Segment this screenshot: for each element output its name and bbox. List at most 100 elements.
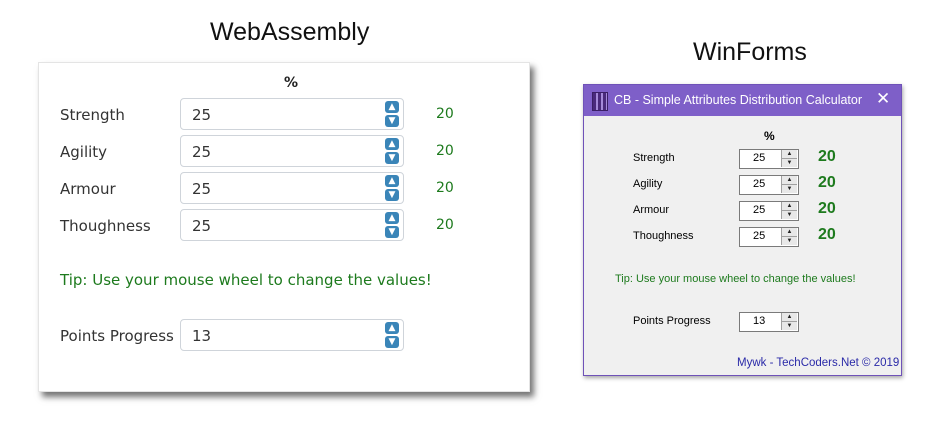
strength-value: 25 bbox=[753, 152, 766, 164]
attribute-row-agility: Agility 25 ▲ ▼ 20 bbox=[39, 135, 529, 167]
tip-text: Tip: Use your mouse wheel to change the … bbox=[615, 273, 856, 285]
agility-up-button[interactable]: ▲ bbox=[385, 138, 399, 150]
chevron-up-icon: ▲ bbox=[388, 139, 396, 149]
webassembly-caption: WebAssembly bbox=[210, 18, 370, 46]
points-progress-label: Points Progress bbox=[60, 327, 174, 345]
chevron-down-icon: ▼ bbox=[786, 323, 793, 329]
footer-credit: Mywk - TechCoders.Net © 2019 bbox=[737, 357, 900, 369]
thoughness-down-button[interactable]: ▼ bbox=[385, 226, 399, 238]
points-progress-row: Points Progress 13 ▲ ▼ bbox=[39, 319, 529, 351]
attribute-row-armour: Armour 25 ▲ ▼ 20 bbox=[584, 200, 901, 221]
armour-value: 25 bbox=[192, 180, 212, 198]
thoughness-value: 25 bbox=[192, 217, 212, 235]
thoughness-down-button[interactable]: ▼ bbox=[781, 237, 797, 245]
agility-input[interactable]: 25 ▲ ▼ bbox=[180, 135, 404, 167]
attribute-row-strength: Strength 25 ▲ ▼ 20 bbox=[584, 148, 901, 169]
armour-input[interactable]: 25 ▲ ▼ bbox=[180, 172, 404, 204]
armour-points: 20 bbox=[818, 200, 836, 217]
strength-points: 20 bbox=[818, 148, 836, 165]
chevron-up-icon: ▲ bbox=[388, 213, 396, 223]
points-progress-up-button[interactable]: ▲ bbox=[385, 322, 399, 334]
strength-down-button[interactable]: ▼ bbox=[781, 159, 797, 167]
armour-up-button[interactable]: ▲ bbox=[385, 175, 399, 187]
armour-points: 20 bbox=[436, 180, 454, 196]
thoughness-points: 20 bbox=[436, 217, 454, 233]
chevron-down-icon: ▼ bbox=[388, 116, 396, 126]
chevron-down-icon: ▼ bbox=[388, 190, 396, 200]
percent-header: % bbox=[284, 75, 299, 91]
armour-down-button[interactable]: ▼ bbox=[781, 211, 797, 219]
strength-input[interactable]: 25 ▲ ▼ bbox=[180, 98, 404, 130]
attribute-row-thoughness: Thoughness 25 ▲ ▼ 20 bbox=[39, 209, 529, 241]
points-progress-input[interactable]: 13 ▲ ▼ bbox=[180, 319, 404, 351]
armour-label: Armour bbox=[60, 180, 116, 198]
agility-value: 25 bbox=[192, 143, 212, 161]
thoughness-value: 25 bbox=[753, 230, 766, 242]
chevron-down-icon: ▼ bbox=[786, 186, 793, 192]
chevron-up-icon: ▲ bbox=[786, 314, 793, 320]
armour-up-button[interactable]: ▲ bbox=[781, 202, 797, 211]
strength-up-button[interactable]: ▲ bbox=[385, 101, 399, 113]
chevron-down-icon: ▼ bbox=[388, 153, 396, 163]
thoughness-label: Thoughness bbox=[60, 217, 151, 235]
thoughness-input[interactable]: 25 ▲ ▼ bbox=[739, 227, 799, 247]
thoughness-up-button[interactable]: ▲ bbox=[781, 228, 797, 237]
points-progress-up-button[interactable]: ▲ bbox=[781, 313, 797, 322]
chevron-down-icon: ▼ bbox=[786, 212, 793, 218]
app-icon bbox=[592, 92, 608, 111]
armour-input[interactable]: 25 ▲ ▼ bbox=[739, 201, 799, 221]
points-progress-row: Points Progress 13 ▲ ▼ bbox=[584, 312, 901, 332]
attribute-row-agility: Agility 25 ▲ ▼ 20 bbox=[584, 174, 901, 195]
winforms-caption: WinForms bbox=[693, 38, 807, 66]
percent-header: % bbox=[764, 129, 775, 143]
strength-down-button[interactable]: ▼ bbox=[385, 115, 399, 127]
points-progress-value: 13 bbox=[753, 315, 766, 327]
window-title: CB - Simple Attributes Distribution Calc… bbox=[614, 93, 863, 107]
armour-label: Armour bbox=[633, 204, 670, 216]
chevron-up-icon: ▲ bbox=[388, 102, 396, 112]
close-icon[interactable]: ✕ bbox=[876, 89, 890, 109]
thoughness-input[interactable]: 25 ▲ ▼ bbox=[180, 209, 404, 241]
chevron-up-icon: ▲ bbox=[786, 203, 793, 209]
strength-label: Strength bbox=[60, 106, 125, 124]
strength-up-button[interactable]: ▲ bbox=[781, 150, 797, 159]
thoughness-points: 20 bbox=[818, 226, 836, 243]
agility-input[interactable]: 25 ▲ ▼ bbox=[739, 175, 799, 195]
agility-value: 25 bbox=[753, 178, 766, 190]
attribute-row-thoughness: Thoughness 25 ▲ ▼ 20 bbox=[584, 226, 901, 247]
attribute-row-armour: Armour 25 ▲ ▼ 20 bbox=[39, 172, 529, 204]
points-progress-input[interactable]: 13 ▲ ▼ bbox=[739, 312, 799, 332]
agility-down-button[interactable]: ▼ bbox=[385, 152, 399, 164]
agility-up-button[interactable]: ▲ bbox=[781, 176, 797, 185]
strength-points: 20 bbox=[436, 106, 454, 122]
points-progress-down-button[interactable]: ▼ bbox=[781, 322, 797, 330]
chevron-down-icon: ▼ bbox=[388, 227, 396, 237]
agility-points: 20 bbox=[436, 143, 454, 159]
window-titlebar[interactable]: CB - Simple Attributes Distribution Calc… bbox=[584, 85, 901, 116]
points-progress-value: 13 bbox=[192, 327, 212, 345]
tip-text: Tip: Use your mouse wheel to change the … bbox=[60, 271, 432, 289]
chevron-down-icon: ▼ bbox=[786, 160, 793, 166]
strength-input[interactable]: 25 ▲ ▼ bbox=[739, 149, 799, 169]
chevron-down-icon: ▼ bbox=[786, 238, 793, 244]
chevron-up-icon: ▲ bbox=[786, 151, 793, 157]
agility-label: Agility bbox=[633, 178, 663, 190]
strength-label: Strength bbox=[633, 152, 675, 164]
chevron-up-icon: ▲ bbox=[786, 177, 793, 183]
agility-points: 20 bbox=[818, 174, 836, 191]
strength-value: 25 bbox=[192, 106, 212, 124]
thoughness-label: Thoughness bbox=[633, 230, 694, 242]
armour-down-button[interactable]: ▼ bbox=[385, 189, 399, 201]
points-progress-down-button[interactable]: ▼ bbox=[385, 336, 399, 348]
chevron-up-icon: ▲ bbox=[786, 229, 793, 235]
chevron-down-icon: ▼ bbox=[388, 337, 396, 347]
agility-down-button[interactable]: ▼ bbox=[781, 185, 797, 193]
points-progress-label: Points Progress bbox=[633, 315, 711, 327]
thoughness-up-button[interactable]: ▲ bbox=[385, 212, 399, 224]
webassembly-panel: % Strength 25 ▲ ▼ 20 Agility 25 ▲ ▼ 20 A… bbox=[38, 62, 530, 392]
winforms-window: CB - Simple Attributes Distribution Calc… bbox=[583, 84, 902, 376]
agility-label: Agility bbox=[60, 143, 108, 161]
armour-value: 25 bbox=[753, 204, 766, 216]
chevron-up-icon: ▲ bbox=[388, 176, 396, 186]
attribute-row-strength: Strength 25 ▲ ▼ 20 bbox=[39, 98, 529, 130]
